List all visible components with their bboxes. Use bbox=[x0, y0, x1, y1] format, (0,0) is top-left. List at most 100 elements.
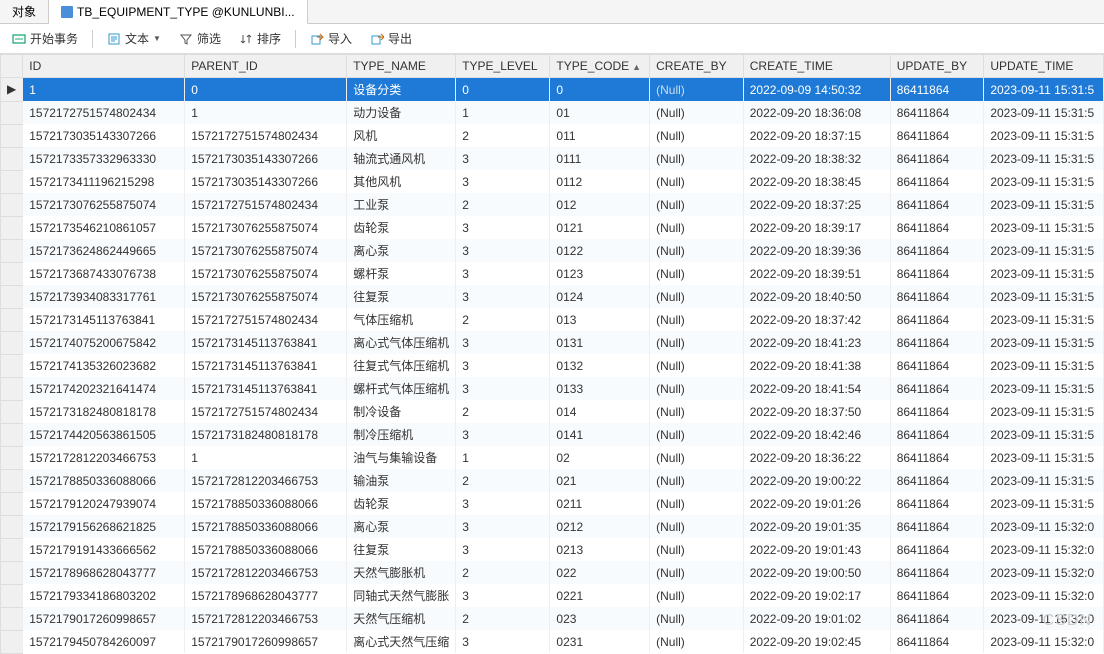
cell-utime[interactable]: 2023-09-11 15:31:5 bbox=[984, 469, 1104, 492]
cell-id[interactable]: 1572179017260998657 bbox=[23, 607, 185, 630]
cell-utime[interactable]: 2023-09-11 15:31:5 bbox=[984, 308, 1104, 331]
cell-parent[interactable]: 1572172812203466753 bbox=[185, 469, 347, 492]
cell-uby[interactable]: 86411864 bbox=[890, 423, 984, 446]
cell-level[interactable]: 3 bbox=[456, 170, 550, 193]
cell-utime[interactable]: 2023-09-11 15:31:5 bbox=[984, 239, 1104, 262]
cell-ctime[interactable]: 2022-09-20 19:01:35 bbox=[743, 515, 890, 538]
row-gutter[interactable] bbox=[1, 492, 23, 515]
table-row[interactable]: 15721794507842600971572179017260998657离心… bbox=[1, 630, 1104, 653]
cell-ctime[interactable]: 2022-09-20 18:39:17 bbox=[743, 216, 890, 239]
cell-id[interactable]: 1572179450784260097 bbox=[23, 630, 185, 653]
table-row[interactable]: 15721788503360880661572172812203466753输油… bbox=[1, 469, 1104, 492]
cell-name[interactable]: 离心泵 bbox=[347, 515, 456, 538]
cell-cby[interactable]: (Null) bbox=[650, 630, 744, 653]
cell-utime[interactable]: 2023-09-11 15:31:5 bbox=[984, 216, 1104, 239]
cell-utime[interactable]: 2023-09-11 15:31:5 bbox=[984, 331, 1104, 354]
cell-id[interactable]: 1572173035143307266 bbox=[23, 124, 185, 147]
cell-name[interactable]: 螺杆式气体压缩机 bbox=[347, 377, 456, 400]
cell-name[interactable]: 往复泵 bbox=[347, 538, 456, 561]
table-row[interactable]: 15721744205638615051572173182480818178制冷… bbox=[1, 423, 1104, 446]
cell-id[interactable]: 1572173687433076738 bbox=[23, 262, 185, 285]
cell-level[interactable]: 1 bbox=[456, 446, 550, 469]
table-row[interactable]: 15721739340833177611572173076255875074往复… bbox=[1, 285, 1104, 308]
table-row[interactable]: 15721734111962152981572173035143307266其他… bbox=[1, 170, 1104, 193]
cell-name[interactable]: 天然气压缩机 bbox=[347, 607, 456, 630]
table-row[interactable]: 15721727515748024341动力设备101(Null)2022-09… bbox=[1, 101, 1104, 124]
cell-name[interactable]: 离心泵 bbox=[347, 239, 456, 262]
col-header-createtime[interactable]: CREATE_TIME bbox=[743, 55, 890, 78]
cell-id[interactable]: 1572173357332963330 bbox=[23, 147, 185, 170]
cell-ctime[interactable]: 2022-09-20 18:41:23 bbox=[743, 331, 890, 354]
cell-id[interactable]: 1572174135326023682 bbox=[23, 354, 185, 377]
col-header-code[interactable]: TYPE_CODE▲ bbox=[550, 55, 650, 78]
cell-uby[interactable]: 86411864 bbox=[890, 101, 984, 124]
cell-id[interactable]: 1572174075200675842 bbox=[23, 331, 185, 354]
table-row[interactable]: 15721793341868032021572178968628043777同轴… bbox=[1, 584, 1104, 607]
cell-name[interactable]: 离心式天然气压缩 bbox=[347, 630, 456, 653]
row-gutter[interactable] bbox=[1, 170, 23, 193]
cell-utime[interactable]: 2023-09-11 15:32:0 bbox=[984, 607, 1104, 630]
cell-parent[interactable]: 1 bbox=[185, 101, 347, 124]
cell-utime[interactable]: 2023-09-11 15:31:5 bbox=[984, 262, 1104, 285]
cell-id[interactable]: 1572178968628043777 bbox=[23, 561, 185, 584]
cell-id[interactable]: 1572173411196215298 bbox=[23, 170, 185, 193]
cell-parent[interactable]: 1572172751574802434 bbox=[185, 400, 347, 423]
cell-name[interactable]: 设备分类 bbox=[347, 78, 456, 102]
cell-code[interactable]: 0112 bbox=[550, 170, 650, 193]
cell-cby[interactable]: (Null) bbox=[650, 446, 744, 469]
cell-parent[interactable]: 1572173182480818178 bbox=[185, 423, 347, 446]
cell-utime[interactable]: 2023-09-11 15:31:5 bbox=[984, 193, 1104, 216]
cell-id[interactable]: 1572173624862449665 bbox=[23, 239, 185, 262]
cell-parent[interactable]: 1572172751574802434 bbox=[185, 308, 347, 331]
table-row[interactable]: 15721731451137638411572172751574802434气体… bbox=[1, 308, 1104, 331]
cell-code[interactable]: 01 bbox=[550, 101, 650, 124]
table-row[interactable]: 15721791202479390741572178850336088066齿轮… bbox=[1, 492, 1104, 515]
cell-name[interactable]: 油气与集输设备 bbox=[347, 446, 456, 469]
cell-code[interactable]: 021 bbox=[550, 469, 650, 492]
cell-name[interactable]: 制冷设备 bbox=[347, 400, 456, 423]
cell-name[interactable]: 工业泵 bbox=[347, 193, 456, 216]
table-row[interactable]: 15721789686280437771572172812203466753天然… bbox=[1, 561, 1104, 584]
cell-id[interactable]: 1572174420563861505 bbox=[23, 423, 185, 446]
cell-ctime[interactable]: 2022-09-20 19:00:22 bbox=[743, 469, 890, 492]
cell-level[interactable]: 2 bbox=[456, 193, 550, 216]
cell-code[interactable]: 013 bbox=[550, 308, 650, 331]
row-gutter[interactable] bbox=[1, 515, 23, 538]
col-header-createby[interactable]: CREATE_BY bbox=[650, 55, 744, 78]
cell-parent[interactable]: 1572178850336088066 bbox=[185, 538, 347, 561]
filter-button[interactable]: 筛选 bbox=[175, 28, 225, 49]
cell-level[interactable]: 3 bbox=[456, 492, 550, 515]
cell-uby[interactable]: 86411864 bbox=[890, 538, 984, 561]
cell-level[interactable]: 3 bbox=[456, 538, 550, 561]
cell-uby[interactable]: 86411864 bbox=[890, 308, 984, 331]
cell-code[interactable]: 022 bbox=[550, 561, 650, 584]
cell-name[interactable]: 天然气膨胀机 bbox=[347, 561, 456, 584]
cell-code[interactable]: 0122 bbox=[550, 239, 650, 262]
cell-id[interactable]: 1572173076255875074 bbox=[23, 193, 185, 216]
cell-name[interactable]: 同轴式天然气膨胀 bbox=[347, 584, 456, 607]
cell-name[interactable]: 气体压缩机 bbox=[347, 308, 456, 331]
cell-ctime[interactable]: 2022-09-20 18:40:50 bbox=[743, 285, 890, 308]
cell-name[interactable]: 离心式气体压缩机 bbox=[347, 331, 456, 354]
cell-name[interactable]: 输油泵 bbox=[347, 469, 456, 492]
cell-code[interactable]: 0141 bbox=[550, 423, 650, 446]
row-gutter[interactable] bbox=[1, 239, 23, 262]
cell-uby[interactable]: 86411864 bbox=[890, 446, 984, 469]
cell-uby[interactable]: 86411864 bbox=[890, 78, 984, 102]
cell-level[interactable]: 3 bbox=[456, 239, 550, 262]
cell-code[interactable]: 0131 bbox=[550, 331, 650, 354]
cell-cby[interactable]: (Null) bbox=[650, 262, 744, 285]
col-header-parent[interactable]: PARENT_ID bbox=[185, 55, 347, 78]
cell-ctime[interactable]: 2022-09-20 19:00:50 bbox=[743, 561, 890, 584]
cell-parent[interactable]: 1572173035143307266 bbox=[185, 147, 347, 170]
cell-ctime[interactable]: 2022-09-20 18:37:25 bbox=[743, 193, 890, 216]
cell-code[interactable]: 0132 bbox=[550, 354, 650, 377]
cell-code[interactable]: 0 bbox=[550, 78, 650, 102]
cell-cby[interactable]: (Null) bbox=[650, 400, 744, 423]
cell-cby[interactable]: (Null) bbox=[650, 308, 744, 331]
row-gutter[interactable] bbox=[1, 124, 23, 147]
row-gutter[interactable] bbox=[1, 561, 23, 584]
cell-id[interactable]: 1572179191433666562 bbox=[23, 538, 185, 561]
data-grid[interactable]: ID PARENT_ID TYPE_NAME TYPE_LEVEL TYPE_C… bbox=[0, 54, 1104, 654]
row-gutter[interactable] bbox=[1, 538, 23, 561]
